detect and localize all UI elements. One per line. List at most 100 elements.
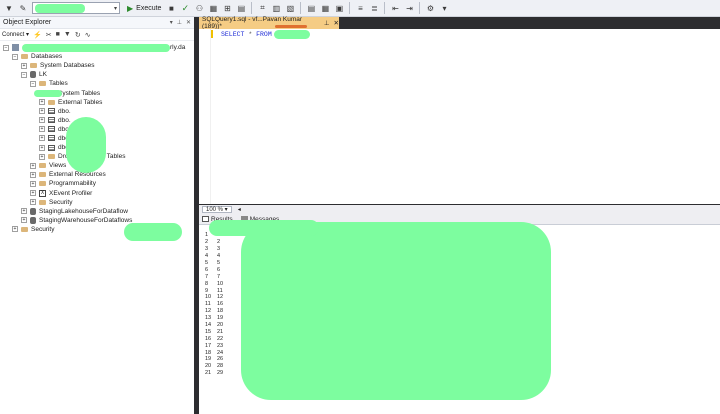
expand-icon[interactable]: +	[21, 62, 27, 69]
tab-sqlquery1[interactable]: SQLQuery1.sql - vf...Pavan Kumar (189))*…	[199, 16, 339, 30]
folder-icon	[48, 154, 55, 160]
expand-icon[interactable]: +	[21, 217, 27, 224]
table-row[interactable]: 44	[199, 253, 237, 260]
specify-values-icon[interactable]: ⚙	[425, 3, 435, 13]
close-icon[interactable]: ✕	[186, 19, 191, 26]
scroll-left-icon[interactable]: ◂	[238, 206, 241, 213]
table-row[interactable]: 15 21	[199, 328, 237, 335]
wrench-icon[interactable]: ✎	[18, 3, 28, 13]
disconnect-icon[interactable]: ✂	[46, 31, 52, 39]
tree-node[interactable]: + X XEvent Profiler	[0, 189, 194, 198]
execute-button[interactable]: ▶ Execute	[124, 2, 164, 14]
include-plan-icon[interactable]: ⌗	[257, 3, 267, 13]
folder-icon	[39, 81, 46, 87]
table-row[interactable]: 66	[199, 266, 237, 273]
expand-icon[interactable]: +	[39, 144, 45, 151]
table-row[interactable]: 8 10	[199, 280, 237, 287]
increase-indent-icon[interactable]: ⇥	[404, 3, 414, 13]
uncomment-icon[interactable]: ≣	[369, 3, 379, 13]
results-grid[interactable]: 1 2 2 3 3 4 4 5 5 6 6 7 7 8 10 9 11 10 12 11 16 12 18 13 19 14 20 1…	[199, 220, 720, 414]
activity-icon[interactable]: ∿	[85, 31, 91, 39]
table-row[interactable]: 17 23	[199, 342, 237, 349]
client-stats-icon[interactable]: ▥	[271, 3, 281, 13]
parse-check-icon[interactable]: ✓	[180, 3, 190, 13]
tree-node-label: XEvent Profiler	[49, 189, 93, 197]
tree-node[interactable]: + StagingLakehouseForDataflow	[0, 207, 194, 216]
stop-icon[interactable]: ■	[166, 3, 176, 13]
toolbar-overflow-icon[interactable]: ▾	[439, 3, 449, 13]
expand-icon[interactable]: +	[30, 162, 36, 169]
expand-icon[interactable]: +	[21, 208, 27, 215]
tree-node[interactable]: + dbo.	[0, 107, 194, 116]
expand-icon[interactable]: +	[39, 126, 45, 133]
results-to-text-icon[interactable]: ▤	[306, 3, 316, 13]
live-stats-icon[interactable]: ▧	[285, 3, 295, 13]
dropdown-icon[interactable]: ▾	[170, 19, 173, 26]
expand-icon[interactable]: +	[39, 99, 45, 106]
table-row[interactable]: 9 11	[199, 287, 237, 294]
stop-icon[interactable]: ■	[56, 31, 60, 38]
tree-node[interactable]: − Tables	[0, 79, 194, 88]
expand-icon[interactable]: +	[30, 180, 36, 187]
table-row[interactable]: 20 28	[199, 363, 237, 370]
table-row[interactable]: 33	[199, 246, 237, 253]
tree-node[interactable]: − Databases	[0, 52, 194, 61]
debug-icon[interactable]: ⚇	[194, 3, 204, 13]
database-selector[interactable]: ▾	[32, 2, 120, 14]
tree-node[interactable]: + Security	[0, 198, 194, 207]
results-to-file-icon[interactable]: ▣	[334, 3, 344, 13]
redacted-server-name	[22, 43, 170, 52]
expand-icon[interactable]: +	[39, 153, 45, 160]
collapse-icon[interactable]: −	[12, 53, 18, 60]
expand-icon[interactable]: +	[30, 199, 36, 206]
zoom-level: 100 %	[206, 207, 224, 213]
query-options-icon[interactable]: ⊞	[222, 3, 232, 13]
table-row[interactable]: 18 24	[199, 349, 237, 356]
connect-button[interactable]: Connect ▾	[2, 31, 29, 38]
table-row[interactable]: 16 22	[199, 335, 237, 342]
pin-icon[interactable]: ⊥	[177, 19, 182, 26]
comment-icon[interactable]: ≡	[355, 3, 365, 13]
table-row[interactable]: 14 20	[199, 322, 237, 329]
cell-value: 12	[217, 294, 224, 301]
expand-icon[interactable]: +	[39, 108, 45, 115]
table-row[interactable]: 13 19	[199, 315, 237, 322]
expand-icon[interactable]: +	[39, 135, 45, 142]
expand-icon[interactable]: +	[39, 117, 45, 124]
collapse-icon[interactable]: −	[30, 80, 36, 87]
table-row[interactable]: 10 12	[199, 294, 237, 301]
table-row[interactable]: 22	[199, 239, 237, 246]
table-row[interactable]: 11 16	[199, 301, 237, 308]
table-row[interactable]: 19 26	[199, 356, 237, 363]
tree-node[interactable]: + Programmability	[0, 179, 194, 188]
zoom-level-select[interactable]: 100 % ▾	[202, 206, 232, 213]
expand-icon[interactable]: +	[12, 226, 18, 233]
connect-icon[interactable]: ⚡	[33, 31, 42, 39]
sql-code-line[interactable]: SELECT * FROM	[221, 31, 272, 38]
table-row[interactable]: 77	[199, 273, 237, 280]
results-to-grid-icon[interactable]: ▦	[320, 3, 330, 13]
tree-node-server[interactable]: − rly.da	[0, 43, 194, 52]
filter-icon[interactable]: ▼	[4, 3, 14, 13]
collapse-icon[interactable]: −	[3, 44, 9, 51]
intellisense-icon[interactable]: ▤	[236, 3, 246, 13]
table-row[interactable]: 55	[199, 260, 237, 267]
pin-icon[interactable]: ⊥	[324, 19, 330, 27]
tree-node[interactable]: +System Tables	[0, 88, 194, 97]
expand-icon[interactable]: +	[30, 171, 36, 178]
expand-icon[interactable]: +	[30, 190, 36, 197]
table-row[interactable]: 12 18	[199, 308, 237, 315]
execute-label: Execute	[136, 4, 162, 12]
query-editor[interactable]: SELECT * FROM	[199, 29, 720, 204]
collapse-icon[interactable]: −	[21, 71, 27, 78]
tree-node[interactable]: + External Resources	[0, 170, 194, 179]
table-row[interactable]: 21 29	[199, 370, 237, 377]
display-plan-icon[interactable]: ▦	[208, 3, 218, 13]
decrease-indent-icon[interactable]: ⇤	[390, 3, 400, 13]
filter-icon[interactable]: ▼	[64, 31, 71, 38]
tree-node[interactable]: + System Databases	[0, 61, 194, 70]
tree-node[interactable]: − LK	[0, 70, 194, 79]
refresh-icon[interactable]: ↻	[75, 31, 81, 39]
tree-node[interactable]: + External Tables	[0, 98, 194, 107]
close-tab-icon[interactable]: ✕	[334, 19, 339, 27]
